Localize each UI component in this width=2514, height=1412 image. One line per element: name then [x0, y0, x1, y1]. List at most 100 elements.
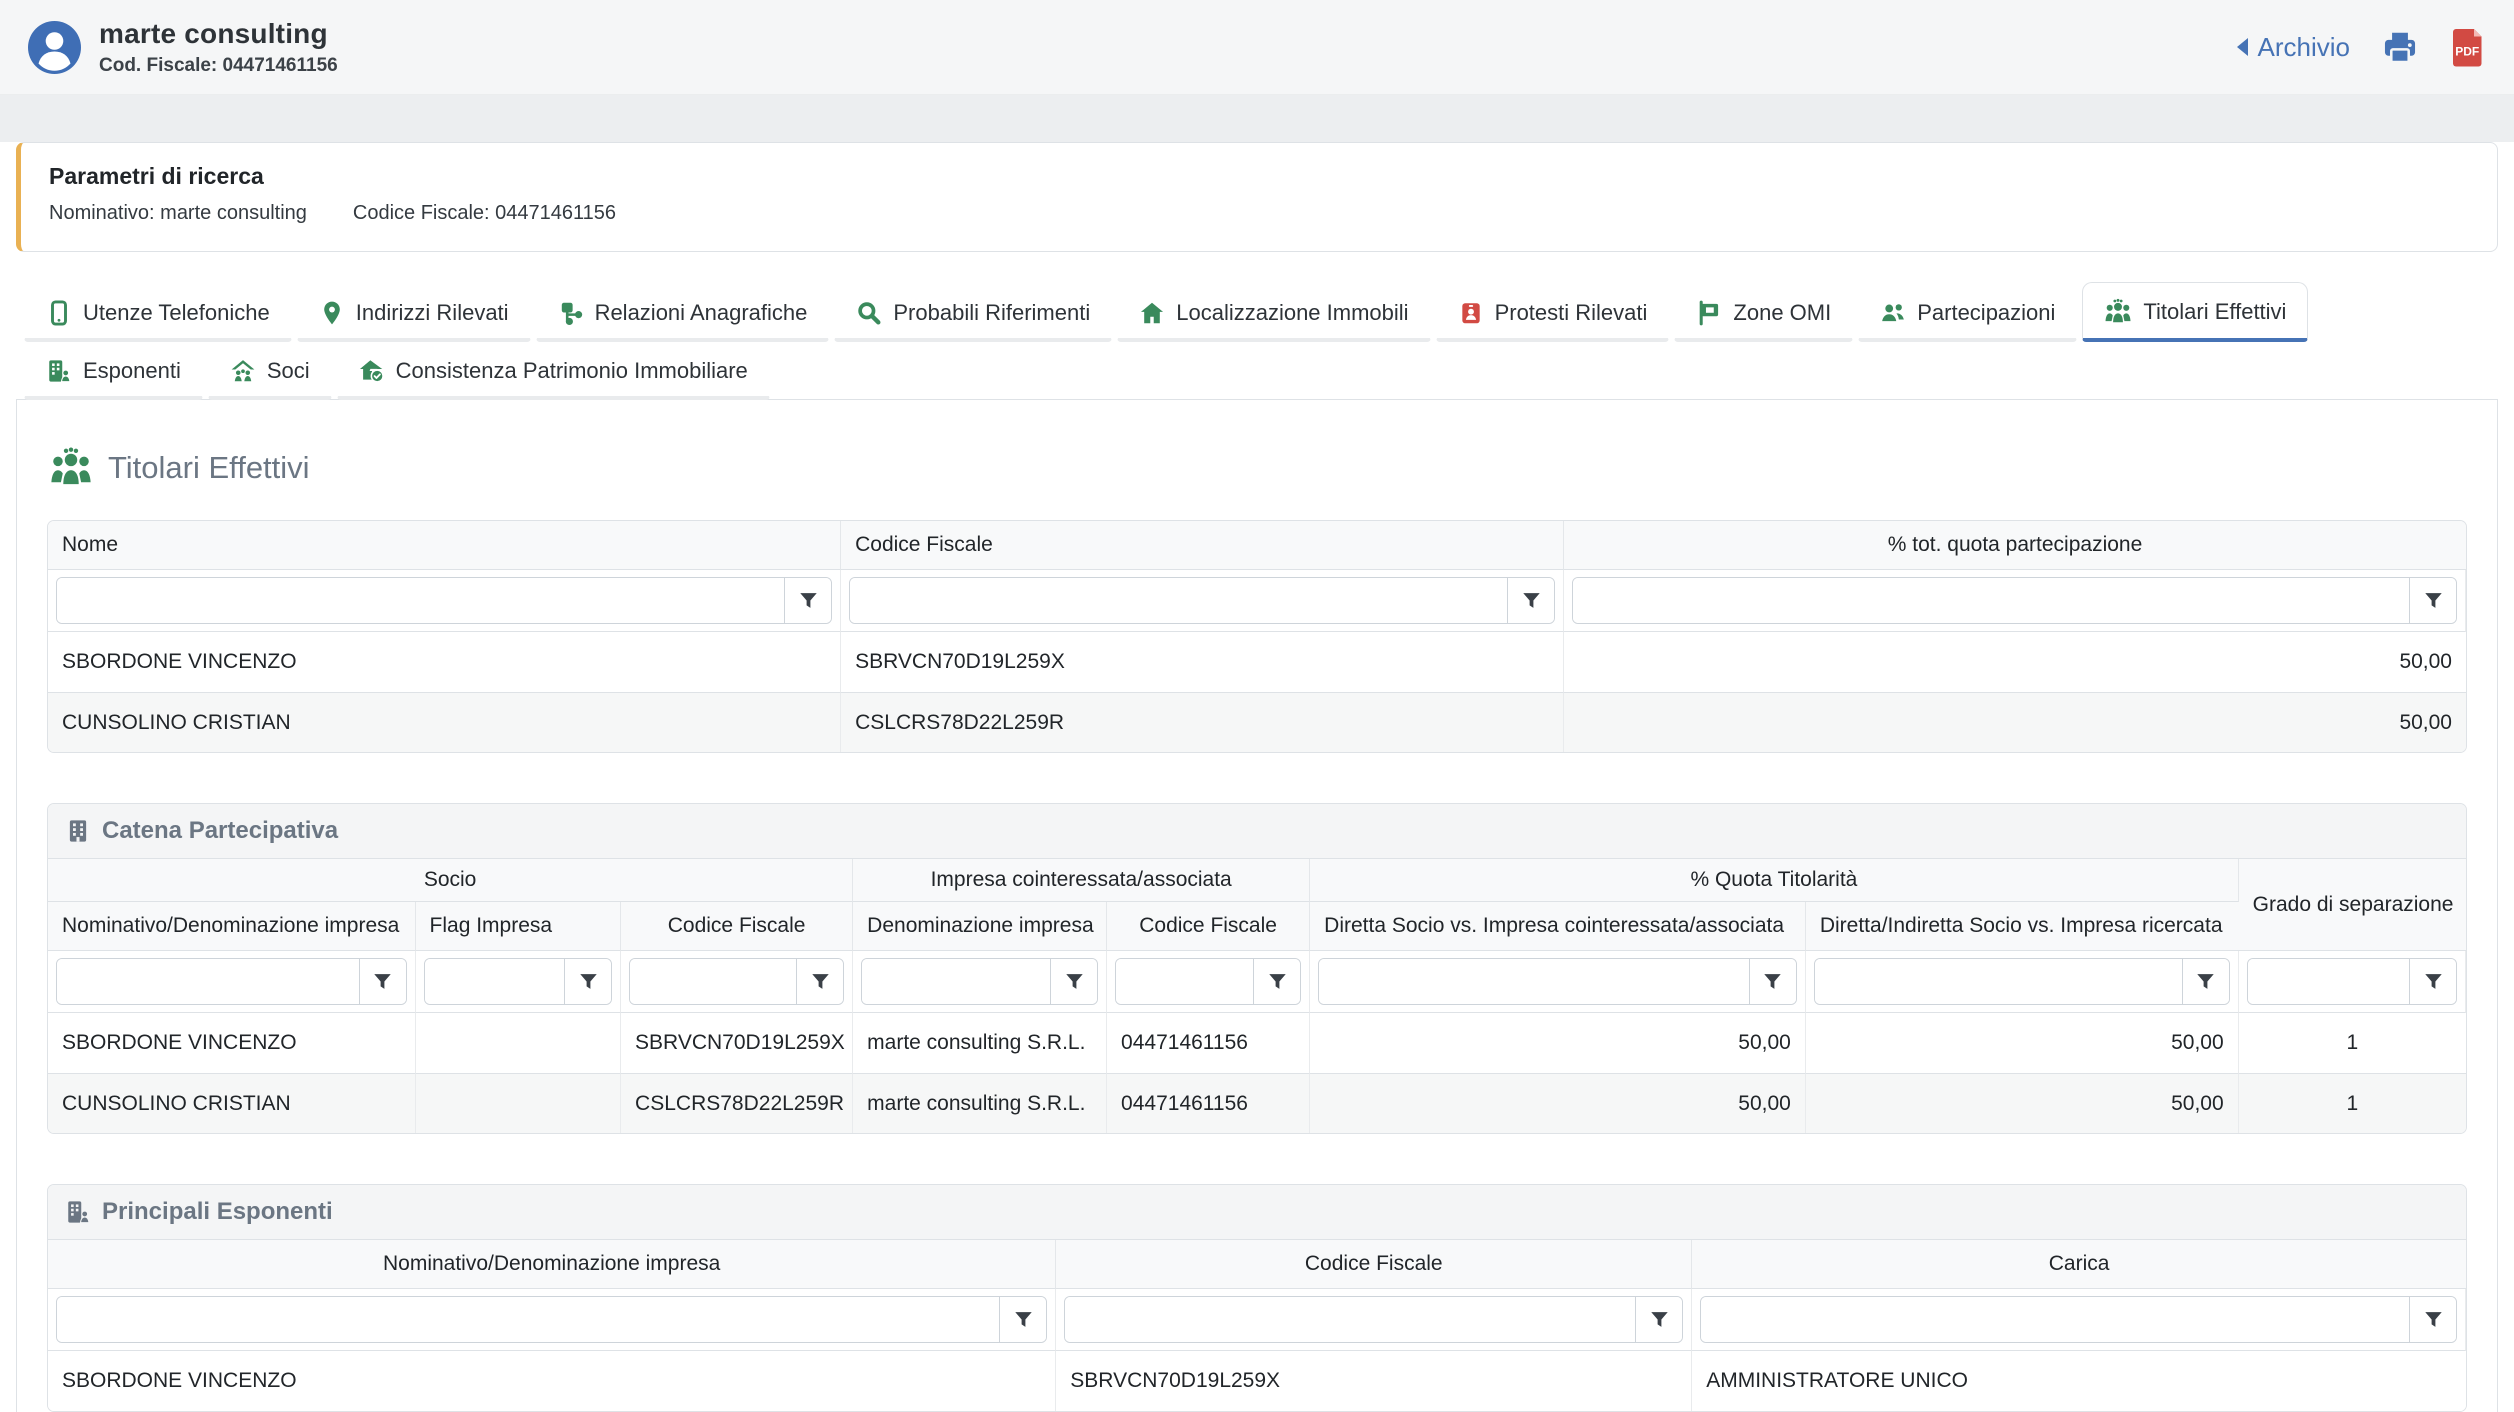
tab-utenze-telefoniche[interactable]: Utenze Telefoniche: [24, 284, 292, 342]
funnel-icon: [1268, 973, 1287, 990]
filter-input[interactable]: [1319, 959, 1749, 1004]
col-header-quota: % tot. quota partecipazione: [1564, 521, 2466, 570]
filter-input-nominativo[interactable]: [57, 1297, 999, 1342]
catena-card-header: Catena Partecipativa: [48, 804, 2466, 859]
filter-button[interactable]: [1253, 959, 1300, 1004]
tab-label: Localizzazione Immobili: [1176, 300, 1408, 326]
cell-carica: AMMINISTRATORE UNICO: [1692, 1351, 2466, 1411]
cell-codice-fiscale-socio: SBRVCN70D19L259X: [621, 1013, 853, 1073]
tab-label: Probabili Riferimenti: [893, 300, 1090, 326]
tab-label: Relazioni Anagrafiche: [595, 300, 808, 326]
tab-relazioni-anagrafiche[interactable]: Relazioni Anagrafiche: [536, 284, 830, 342]
funnel-icon: [373, 973, 392, 990]
section-title-text: Titolari Effettivi: [108, 450, 310, 486]
catena-card-title: Catena Partecipativa: [102, 817, 338, 845]
section-heading-titolari: Titolari Effettivi: [49, 446, 2467, 490]
filter-input-codice-fiscale[interactable]: [850, 578, 1507, 623]
filter-input[interactable]: [425, 959, 565, 1004]
company-avatar-icon: [28, 21, 81, 74]
principali-esponenti-card: Principali Esponenti Nominativo/Denomina…: [47, 1184, 2467, 1412]
people-group-icon: [49, 446, 93, 490]
funnel-icon: [799, 592, 818, 609]
search-param-nominativo: Nominativo: marte consulting: [49, 202, 307, 225]
badge-icon: [1458, 300, 1484, 326]
page-body: Parametri di ricerca Nominativo: marte c…: [0, 142, 2514, 1412]
filter-input[interactable]: [2248, 959, 2409, 1004]
funnel-icon: [2424, 592, 2443, 609]
table-row: CUNSOLINO CRISTIAN CSLCRS78D22L259R 50,0…: [48, 692, 2466, 752]
filter-button[interactable]: [784, 578, 831, 623]
filter-input[interactable]: [1116, 959, 1253, 1004]
cell-quota-indiretta: 50,00: [1806, 1073, 2239, 1133]
filter-button[interactable]: [796, 959, 843, 1004]
filter-input[interactable]: [1815, 959, 2182, 1004]
cell-quota-indiretta: 50,00: [1806, 1013, 2239, 1073]
tab-titolari-effettivi[interactable]: Titolari Effettivi: [2082, 282, 2308, 342]
tab-partecipazioni[interactable]: Partecipazioni: [1858, 284, 2077, 342]
filter-input-codice-fiscale[interactable]: [1065, 1297, 1635, 1342]
cell-codice-fiscale: CSLCRS78D22L259R: [841, 692, 1564, 752]
filter-input[interactable]: [862, 959, 1050, 1004]
cell-codice-fiscale: SBRVCN70D19L259X: [841, 632, 1564, 692]
filter-button[interactable]: [564, 959, 611, 1004]
col-header-flag-impresa: Flag Impresa: [416, 902, 622, 951]
tab-indirizzi-rilevati[interactable]: Indirizzi Rilevati: [297, 284, 531, 342]
funnel-icon: [811, 973, 830, 990]
network-icon: [558, 300, 584, 326]
filter-button[interactable]: [2182, 959, 2229, 1004]
tab-soci[interactable]: Soci: [208, 342, 332, 400]
tab-esponenti[interactable]: Esponenti: [24, 342, 203, 400]
tab-protesti-rilevati[interactable]: Protesti Rilevati: [1436, 284, 1670, 342]
filter-button[interactable]: [1050, 959, 1097, 1004]
cell-grado-separazione: 1: [2239, 1073, 2466, 1133]
map-pin-icon: [319, 300, 345, 326]
print-button[interactable]: [2380, 28, 2420, 66]
col-header-diretta-socio: Diretta Socio vs. Impresa cointeressata/…: [1310, 902, 1806, 951]
filter-input-carica[interactable]: [1701, 1297, 2409, 1342]
titolari-effettivi-panel: Titolari Effettivi Nome Codice Fiscale %…: [16, 399, 2498, 1412]
filter-button[interactable]: [1635, 1297, 1682, 1342]
col-header-codice-fiscale: Codice Fiscale: [841, 521, 1564, 570]
filter-input-nome[interactable]: [57, 578, 784, 623]
table-row: CUNSOLINO CRISTIAN CSLCRS78D22L259R mart…: [48, 1073, 2466, 1133]
filter-button[interactable]: [359, 959, 406, 1004]
filter-button[interactable]: [2409, 578, 2456, 623]
filter-button[interactable]: [999, 1297, 1046, 1342]
filter-input[interactable]: [630, 959, 796, 1004]
tab-zone-omi[interactable]: Zone OMI: [1674, 284, 1853, 342]
col-header-diretta-indiretta: Diretta/Indiretta Socio vs. Impresa rice…: [1806, 902, 2239, 951]
top-bar: marte consulting Cod. Fiscale: 044714611…: [0, 0, 2514, 95]
printer-icon: [2380, 28, 2420, 66]
cell-quota-diretta: 50,00: [1310, 1013, 1806, 1073]
building-icon: [65, 818, 91, 844]
group-header-grado-separazione: Grado di separazione: [2239, 859, 2466, 951]
filter-input[interactable]: [57, 959, 359, 1004]
home-icon: [1139, 300, 1165, 326]
tab-label: Utenze Telefoniche: [83, 300, 270, 326]
filter-button[interactable]: [1749, 959, 1796, 1004]
export-pdf-button[interactable]: PDF: [2450, 27, 2486, 67]
tab-localizzazione-immobili[interactable]: Localizzazione Immobili: [1117, 284, 1430, 342]
filter-button[interactable]: [2409, 959, 2456, 1004]
house-check-icon: [359, 358, 385, 384]
tab-probabili-riferimenti[interactable]: Probabili Riferimenti: [834, 284, 1112, 342]
tab-consistenza-patrimonio-immobiliare[interactable]: Consistenza Patrimonio Immobiliare: [337, 342, 770, 400]
building-user-icon: [46, 358, 72, 384]
tab-label: Indirizzi Rilevati: [356, 300, 509, 326]
cell-quota-diretta: 50,00: [1310, 1073, 1806, 1133]
cell-nominativo: SBORDONE VINCENZO: [48, 1351, 1056, 1411]
filter-input-quota[interactable]: [1573, 578, 2409, 623]
svg-text:PDF: PDF: [2455, 44, 2479, 58]
filter-button[interactable]: [1507, 578, 1554, 623]
tab-label: Titolari Effettivi: [2143, 299, 2286, 325]
col-header-codice-fiscale: Codice Fiscale: [1056, 1240, 1692, 1289]
cell-quota: 50,00: [1564, 692, 2466, 752]
archive-back-link[interactable]: Archivio: [2235, 32, 2350, 63]
col-header-carica: Carica: [1692, 1240, 2466, 1289]
col-header-nominativo: Nominativo/Denominazione impresa: [48, 902, 416, 951]
filter-button[interactable]: [2409, 1297, 2456, 1342]
cell-denominazione-impresa: marte consulting S.R.L.: [853, 1073, 1107, 1133]
funnel-icon: [1014, 1311, 1033, 1328]
cell-codice-fiscale-socio: CSLCRS78D22L259R: [621, 1073, 853, 1133]
search-icon: [856, 300, 882, 326]
